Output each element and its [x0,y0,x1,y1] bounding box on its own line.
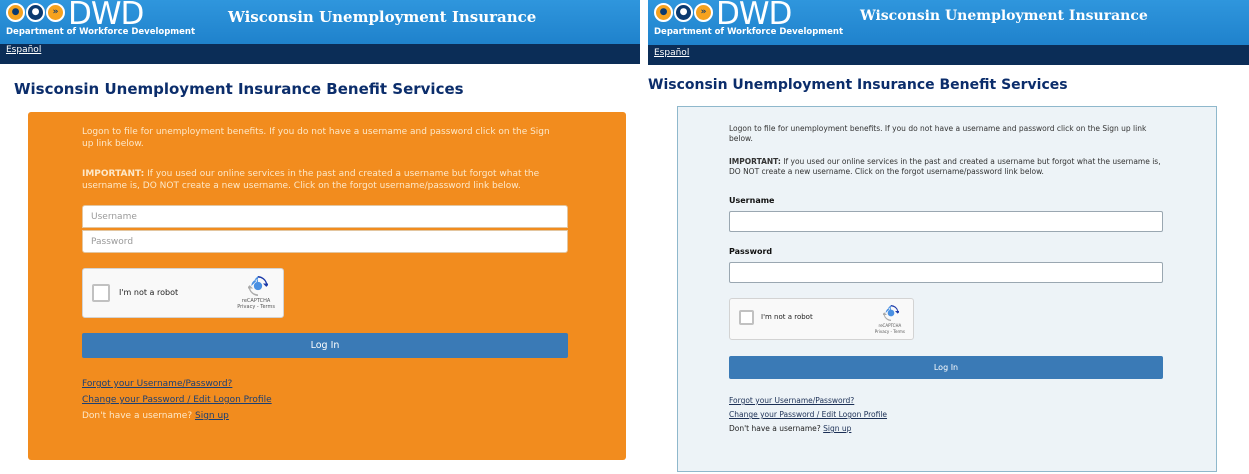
captcha-checkbox[interactable] [92,284,110,302]
left-screenshot-orange: ● ● » DWD Department of Workforce Develo… [0,0,640,474]
important-notice: IMPORTANT: If you used our online servic… [82,168,562,192]
login-card: Logon to file for unemployment benefits.… [677,106,1217,472]
login-button[interactable]: Log In [82,333,568,358]
person-icon: ● [654,3,673,22]
password-label: Password [729,247,773,256]
arrow-icon: » [46,3,65,22]
app-title: Wisconsin Unemployment Insurance [228,8,537,26]
page-title: Wisconsin Unemployment Insurance Benefit… [14,80,464,98]
language-bar: Español [648,45,1249,65]
important-notice: IMPORTANT: If you used our online servic… [729,157,1169,177]
username-input[interactable] [729,211,1163,232]
important-text: If you used our online services in the p… [729,157,1161,176]
captcha-label: I'm not a robot [119,288,179,297]
department-name: Department of Workforce Development [654,27,844,37]
intro-text: Logon to file for unemployment benefits.… [729,124,1147,143]
captcha-label: I'm not a robot [761,313,813,321]
account-links: Forgot your Username/Password? Change yo… [82,376,272,424]
signup-link[interactable]: Sign up [823,424,851,433]
page-title: Wisconsin Unemployment Insurance Benefit… [648,77,1068,93]
site-header: ● ● » DWD Department of Workforce Develo… [648,0,1249,45]
password-input[interactable] [729,262,1163,283]
important-text: If you used our online services in the p… [82,169,540,191]
login-card: Logon to file for unemployment benefits.… [28,112,626,460]
captcha-branding: reCAPTCHA Privacy - Terms [237,298,275,310]
right-screenshot-blue: ● ● » DWD Department of Workforce Develo… [648,0,1249,474]
captcha-terms[interactable]: Privacy - Terms [875,329,905,335]
captcha-terms[interactable]: Privacy - Terms [237,304,275,310]
family-icon: ● [26,3,45,22]
arrow-icon: » [694,3,713,22]
recaptcha-icon [883,305,899,321]
captcha-checkbox[interactable] [739,310,754,325]
site-header: ● ● » DWD Department of Workforce Develo… [0,0,640,44]
forgot-credentials-link[interactable]: Forgot your Username/Password? [82,379,232,389]
recaptcha-icon [248,276,268,296]
department-name: Department of Workforce Development [6,27,196,37]
logo-circles: ● ● » [6,3,66,22]
logo-circles: ● ● » [654,3,714,22]
no-username-text: Don't have a username? [82,411,193,421]
signup-row: Don't have a username? Sign up [729,422,887,436]
password-input[interactable]: Password [82,230,568,253]
app-title: Wisconsin Unemployment Insurance [860,8,1148,24]
recaptcha-widget: I'm not a robot reCAPTCHA Privacy - Term… [82,268,284,318]
important-label: IMPORTANT: [82,169,145,179]
recaptcha-widget: I'm not a robot reCAPTCHA Privacy - Term… [729,298,914,340]
language-link[interactable]: Español [654,48,689,58]
signup-link[interactable]: Sign up [195,411,229,421]
language-link[interactable]: Español [6,45,41,55]
username-label: Username [729,196,775,205]
login-button[interactable]: Log In [729,356,1163,379]
change-password-link[interactable]: Change your Password / Edit Logon Profil… [82,395,272,405]
no-username-text: Don't have a username? [729,424,821,433]
signup-row: Don't have a username? Sign up [82,408,272,424]
account-links: Forgot your Username/Password? Change yo… [729,394,887,436]
person-icon: ● [6,3,25,22]
intro-text: Logon to file for unemployment benefits.… [82,127,550,149]
username-input[interactable]: Username [82,205,568,228]
important-label: IMPORTANT: [729,157,781,166]
forgot-credentials-link[interactable]: Forgot your Username/Password? [729,396,854,405]
change-password-link[interactable]: Change your Password / Edit Logon Profil… [729,410,887,419]
family-icon: ● [674,3,693,22]
language-bar: Español [0,44,640,64]
captcha-branding: reCAPTCHA Privacy - Terms [875,323,905,335]
